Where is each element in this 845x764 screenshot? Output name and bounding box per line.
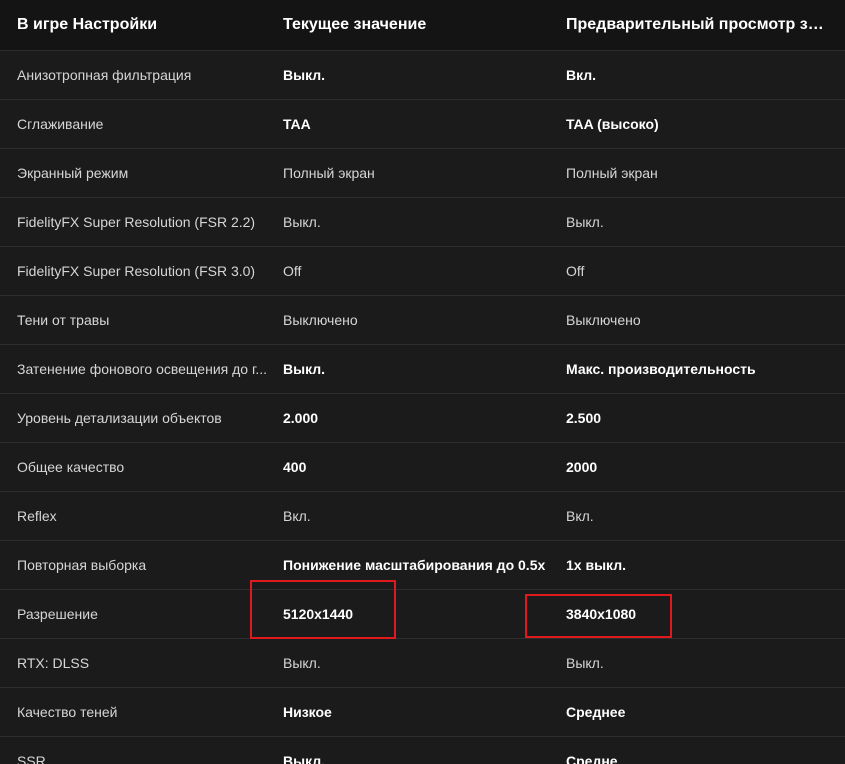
setting-name: Затенение фонового освещения до г... (17, 361, 268, 377)
setting-name: Reflex (17, 508, 57, 524)
current-value: Полный экран (283, 165, 375, 181)
table-row: Качество теней Низкое Среднее (0, 688, 845, 737)
setting-name: SSR (17, 753, 46, 764)
table-row: Тени от травы Выключено Выключено (0, 296, 845, 345)
table-row: Разрешение 5120x1440 3840x1080 (0, 590, 845, 639)
setting-name: Повторная выборка (17, 557, 147, 573)
table-row: Затенение фонового освещения до г... Выкл… (0, 345, 845, 394)
table-row: Reflex Вкл. Вкл. (0, 492, 845, 541)
current-value: Вкл. (283, 508, 311, 524)
current-value: 2.000 (283, 410, 319, 426)
table-row: FidelityFX Super Resolution (FSR 3.0) Off… (0, 247, 845, 296)
table-row: Экранный режим Полный экран Полный экран (0, 149, 845, 198)
table-header: В игре Настройки Текущее значение Предва… (0, 0, 845, 51)
setting-name: Анизотропная фильтрация (17, 67, 192, 83)
setting-name: Сглаживание (17, 116, 104, 132)
current-value: Off (283, 263, 302, 279)
preview-value: Выключено (566, 312, 641, 328)
current-value: Выкл. (283, 655, 321, 671)
setting-name: Уровень детализации объектов (17, 410, 222, 426)
current-value: 400 (283, 459, 307, 475)
table-row: FidelityFX Super Resolution (FSR 2.2) Вык… (0, 198, 845, 247)
settings-comparison-table: В игре Настройки Текущее значение Предва… (0, 0, 845, 764)
table-row: Уровень детализации объектов 2.000 2.500 (0, 394, 845, 443)
preview-value: Вкл. (566, 67, 597, 83)
preview-value: TAA (высоко) (566, 116, 659, 132)
preview-value: Среднее (566, 704, 626, 720)
preview-value: Выкл. (566, 655, 604, 671)
setting-name: RTX: DLSS (17, 655, 90, 671)
table-row: Повторная выборка Понижение масштабирован… (0, 541, 845, 590)
setting-name: Экранный режим (17, 165, 129, 181)
preview-value: Вкл. (566, 508, 594, 524)
current-value: Понижение масштабирования до 0.5x (283, 557, 546, 573)
table-row: RTX: DLSS Выкл. Выкл. (0, 639, 845, 688)
preview-value: Off (566, 263, 585, 279)
preview-value: Макс. производительность (566, 361, 756, 377)
current-value: Выкл. (283, 753, 326, 764)
table-row: Общее качество 400 2000 (0, 443, 845, 492)
table-row: Сглаживание TAA TAA (высоко) (0, 100, 845, 149)
current-value: TAA (283, 116, 311, 132)
header-preview-value: Предварительный просмотр зна... (566, 16, 831, 33)
current-value: Выкл. (283, 214, 321, 230)
preview-value: 3840x1080 (566, 606, 637, 622)
preview-value: Средне (566, 753, 618, 764)
preview-value: 2.500 (566, 410, 602, 426)
table-row: SSR Выкл. Средне (0, 737, 845, 764)
setting-name: Качество теней (17, 704, 118, 720)
setting-name: Общее качество (17, 459, 125, 475)
preview-value: 1x выкл. (566, 557, 626, 573)
table-row: Анизотропная фильтрация Выкл. Вкл. (0, 51, 845, 100)
current-value: Выключено (283, 312, 358, 328)
setting-name: FidelityFX Super Resolution (FSR 2.2) (17, 214, 256, 230)
setting-name: Разрешение (17, 606, 98, 622)
current-value: 5120x1440 (283, 606, 354, 622)
setting-name: Тени от травы (17, 312, 110, 328)
current-value: Выкл. (283, 67, 326, 83)
preview-value: 2000 (566, 459, 598, 475)
current-value: Низкое (283, 704, 332, 720)
setting-name: FidelityFX Super Resolution (FSR 3.0) (17, 263, 256, 279)
current-value: Выкл. (283, 361, 326, 377)
preview-value: Выкл. (566, 214, 604, 230)
preview-value: Полный экран (566, 165, 658, 181)
header-setting: В игре Настройки (17, 16, 158, 33)
header-current-value: Текущее значение (283, 16, 427, 33)
